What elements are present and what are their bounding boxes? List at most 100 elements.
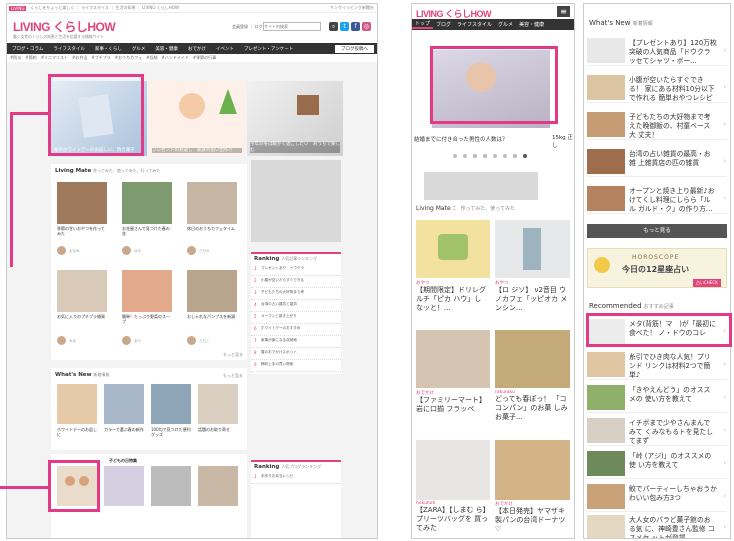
card-image[interactable]	[416, 220, 490, 278]
nav-item[interactable]: イベント	[211, 46, 239, 52]
ranking-item[interactable]: 7 家事が楽になる収納術	[251, 336, 341, 348]
ranking-item[interactable]: 3 子どもたちの大好物まで考	[251, 288, 341, 300]
top-strip-right[interactable]: サンケイリビング新聞社	[330, 5, 377, 11]
hashtag-nav[interactable]: #防災 #節約 #ミニマリスト #お弁当 #プチプラ #おうちカフェ #収納 #…	[7, 54, 377, 62]
slider-dots[interactable]	[450, 153, 530, 160]
rec-row[interactable]: 糸引でひき肉な人気！プリンド リンクは材料2つで簡単♪ ›	[587, 349, 727, 380]
hero-tile[interactable]: 今年の冬は暖かく過ごしたい おうちで楽しむ	[247, 81, 343, 156]
nav-blog-button[interactable]: ブログ投稿へ	[335, 44, 374, 53]
search-input[interactable]	[263, 22, 321, 31]
post-thumb[interactable]	[187, 270, 237, 312]
nav-item[interactable]: グルメ	[127, 46, 151, 52]
kids-thumb[interactable]	[198, 466, 238, 506]
post-thumb[interactable]	[122, 182, 172, 224]
ranking-item[interactable]: 9 節約上手の買い物術	[251, 360, 341, 372]
ad-slot[interactable]	[424, 172, 538, 200]
card-image[interactable]	[495, 330, 570, 388]
hero-tile[interactable]: プレゼントのお返し 家族の思い出作り	[149, 81, 245, 156]
news-row[interactable]: オープンと焼き上り最新♪お けてくし料理にしらら「ルル ガルド・ク」の作り方..…	[587, 183, 727, 214]
tab-top[interactable]: トップ	[412, 20, 434, 29]
article-card[interactable]: おやつ 【ロ ジソ】 ν2音目 ウノカフェ「ッピオカ メンシン...	[495, 280, 570, 313]
mobile-screenshot-2: What's New 新着情報 【プレゼントあり】120万枚 突破の人気商品「ド…	[583, 3, 731, 539]
avatar	[57, 246, 66, 255]
ranking-item[interactable]: 2 小腹が空いたらすぐできる	[251, 276, 341, 288]
card-image[interactable]	[495, 440, 570, 500]
more-link[interactable]: もっと見る	[223, 373, 243, 379]
post-thumb[interactable]	[122, 270, 172, 312]
post-title[interactable]: 休日のおうちカフェタイム	[187, 226, 237, 231]
main-nav: ブログ・コラム ライフスタイル 家事・くらし グルメ 美容・健康 おでかけ イベ…	[7, 43, 377, 54]
rec-row[interactable]: 「峠 (アジ)」のオススメの使 い方を教えて ›	[587, 448, 727, 479]
news-title[interactable]: ホワイトデーのお返しに	[57, 427, 99, 437]
more-link[interactable]: もっと見る	[223, 352, 243, 358]
news-row[interactable]: 子どもたちの大好物まで考 えた晩御飯の、村童ベース大 丈夫！ ›	[587, 109, 727, 140]
tab-gourmet[interactable]: グルメ	[495, 21, 516, 28]
post-title[interactable]: お花屋さんで見つけた春の花	[122, 226, 172, 236]
site-logo[interactable]: LIVING くらしHOW	[13, 18, 116, 35]
nav-item[interactable]: 家事・くらし	[90, 46, 127, 52]
article-card[interactable]: おでかけ 【ファミリーマート】 岩に口揃 フラッペ	[416, 390, 490, 414]
nav-item[interactable]: ブログ・コラム	[7, 46, 48, 52]
news-thumb[interactable]	[198, 384, 238, 424]
post-title[interactable]: お気に入りのプチプラ雑貨	[57, 314, 107, 319]
highlight-box	[48, 460, 100, 512]
rec-row[interactable]: 「きやえんどう」のオススメの 使い方を教えて ›	[587, 382, 727, 413]
news-row[interactable]: 小腹が空いたらすぐできる！ 家にある材料10分以下で作れる 簡単おやつレシピ ›	[587, 72, 727, 103]
kids-thumb[interactable]	[151, 466, 191, 506]
rec-row[interactable]: イチボまで少やさんまんでみて くみなもるトを見たしてまず ›	[587, 415, 727, 446]
article-card[interactable]: おやつ 【期間限定】ドリレグ ルチ「ピカ ハウ」し なッと！...	[416, 280, 490, 313]
instagram-icon[interactable]: ◎	[362, 22, 371, 31]
news-thumb[interactable]	[57, 384, 97, 424]
post-title[interactable]: おしゃれなパンプスを新調	[187, 314, 237, 319]
twitter-icon[interactable]: t	[340, 22, 349, 31]
tab-lifestyle[interactable]: ライフスタイル	[454, 21, 495, 28]
horoscope-banner[interactable]: HOROSCOPE 今日の12星座占い 占いCHECK	[587, 248, 727, 288]
slider-caption[interactable]: 結婚までに付き合った男性の人数は？	[414, 135, 544, 143]
rec-row[interactable]: 鮫でパーティーしちゃおうか わいい包み方3つ ›	[587, 481, 727, 512]
news-thumb[interactable]	[151, 384, 191, 424]
post-title[interactable]: 季節の甘いおやつを作ってみた	[57, 226, 107, 236]
post-title[interactable]: 簡単！たっぷり野菜のスープ	[122, 314, 172, 324]
nav-item[interactable]: ライフスタイル	[48, 46, 90, 52]
news-title[interactable]: 100均で見つけた便利グッズ	[151, 427, 193, 437]
nav-item[interactable]: プレゼント・アンケート	[239, 46, 298, 52]
menu-icon[interactable]: ≡	[557, 6, 570, 17]
site-logo[interactable]: LIVING くらしHOW	[416, 7, 492, 20]
ranking-item[interactable]: 8 春のおでかけスポット	[251, 348, 341, 360]
tab-blog[interactable]: ブログ	[433, 21, 454, 28]
news-title[interactable]: 話題のお取り寄せ	[198, 427, 240, 432]
facebook-icon[interactable]: f	[351, 22, 360, 31]
highlight-line	[10, 112, 13, 267]
post-thumb[interactable]	[187, 182, 237, 224]
mobile-header: LIVING くらしHOW ≡	[412, 4, 574, 19]
news-row[interactable]: 【プレゼントあり】120万枚 突破の人気商品「ドウクラ ッセてシャツ・ボー...…	[587, 35, 727, 66]
more-button[interactable]: もっと見る	[587, 224, 727, 238]
card-image[interactable]	[416, 440, 490, 500]
nav-item[interactable]: 美容・健康	[150, 46, 183, 52]
ranking-item[interactable]: 6 ホワイトデーのおすすめ	[251, 324, 341, 336]
top-strip-badge[interactable]: LIVING	[9, 5, 27, 11]
article-card[interactable]: おでかけ 【本日発売】ヤマザキ 製パンの台湾ドーナツ ♡	[495, 501, 570, 534]
rec-row[interactable]: 大人女のパラど菓子館のおる気 に、神崎豊さん監修 コスメセ ットが登場 ›	[587, 512, 727, 538]
ranking-item[interactable]: 4 台湾の占い雑貨と雑貨	[251, 300, 341, 312]
author-name: まなみ	[69, 249, 80, 253]
hero-caption: 今年の冬は暖かく過ごしたい おうちで楽しむ	[250, 142, 340, 153]
post-thumb[interactable]	[57, 182, 107, 224]
card-image[interactable]	[416, 330, 490, 388]
ranking-item[interactable]: 5 オープンと焼き上がり	[251, 312, 341, 324]
ranking-item[interactable]: 1 プレゼントあり ドウクラ	[251, 264, 341, 276]
article-card[interactable]: rakuraku どっても春ぽっ！ 「ココンパン」のお菓 しみお菓子...	[495, 390, 570, 422]
search-icon[interactable]: ⌕	[329, 22, 338, 31]
post-thumb[interactable]	[57, 270, 107, 312]
article-card[interactable]: hokuhoh 【ZARA】【しまむ ら】 プリーツバッグを 買ってみた	[416, 501, 490, 533]
news-thumb[interactable]	[104, 384, 144, 424]
news-title[interactable]: カラーで選ぶ春の新作	[104, 427, 146, 432]
ranking-item[interactable]: 1 手作りお弁当レシピ	[251, 472, 341, 484]
slider-caption-next[interactable]: 15kg 正し	[552, 133, 574, 149]
news-row[interactable]: 台湾の占い雑貨の最高・お雑 上雑貨店の匹の雑貨 ›	[587, 146, 727, 177]
tab-beauty[interactable]: 美容・健康	[516, 21, 547, 28]
nav-item[interactable]: おでかけ	[183, 46, 211, 52]
card-image[interactable]	[495, 220, 570, 278]
ad-slot[interactable]	[251, 160, 341, 242]
kids-thumb[interactable]	[104, 466, 144, 506]
